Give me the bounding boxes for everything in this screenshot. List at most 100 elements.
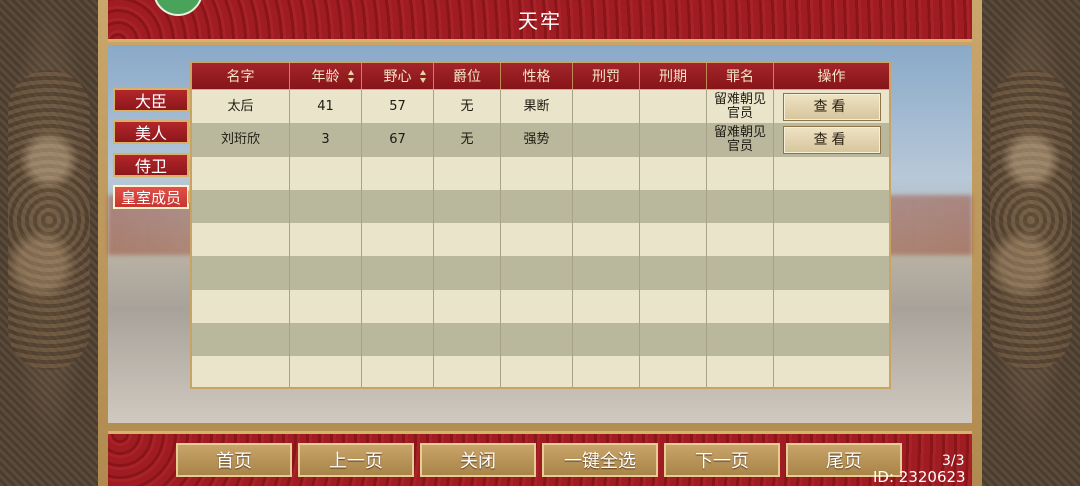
cell-age (290, 189, 362, 224)
cell-ambition: 67 (362, 123, 434, 157)
cell-punishment (573, 223, 640, 257)
cell-rank (434, 189, 501, 224)
cell-rank (434, 256, 501, 290)
col-name: 名字 (192, 63, 290, 89)
cell-rank: 无 (434, 123, 501, 157)
cell-rank (434, 289, 501, 324)
cell-action (774, 223, 889, 256)
col-rank: 爵位 (434, 63, 501, 89)
player-id: ID: 2320623 (873, 468, 966, 486)
col-term: 刑期 (640, 63, 707, 89)
page-indicator: 3/3 (942, 453, 965, 469)
tab-label: 皇室成员 (120, 188, 181, 207)
page-title: 天牢 (518, 9, 562, 33)
cell-crime (707, 289, 774, 324)
tab-beauties[interactable]: 美人 (113, 120, 196, 144)
cell-crime: 留难朝见官员 (707, 123, 774, 157)
cell-crime (707, 156, 774, 190)
table-row: 刘珩欣 3 67 无强势 留难朝见官员 查看 (192, 123, 889, 157)
cell-punishment (573, 356, 640, 387)
cell-rank (434, 223, 501, 257)
cell-action (774, 356, 889, 387)
cell-ambition (362, 289, 434, 324)
select-all-button[interactable]: 一键全选 (542, 443, 658, 477)
cell-term (640, 156, 707, 190)
cell-action: 查看 (774, 90, 889, 123)
next-page-button[interactable]: 下一页 (664, 443, 780, 477)
left-dragon-panel (0, 0, 98, 486)
cell-ambition (362, 156, 434, 190)
cell-ambition (362, 223, 434, 257)
cell-age: 3 (290, 123, 362, 157)
cell-ambition (362, 323, 434, 357)
cell-term (640, 90, 707, 124)
cell-name (192, 156, 290, 190)
cell-name (192, 356, 290, 387)
cell-name (192, 256, 290, 290)
right-dragon-panel (982, 0, 1080, 486)
dragon-ornament-icon (990, 70, 1072, 370)
cell-punishment (573, 289, 640, 324)
cell-crime (707, 189, 774, 224)
cell-ambition (362, 256, 434, 290)
cell-personality (501, 356, 573, 387)
table-row (192, 189, 889, 224)
table-row (192, 289, 889, 324)
col-action: 操作 (817, 69, 846, 85)
title-bar: 天牢 (108, 0, 972, 42)
cell-rank (434, 356, 501, 387)
table-row (192, 223, 889, 257)
cell-ambition (362, 356, 434, 387)
col-ambition[interactable]: 野心 (362, 63, 434, 89)
cell-term (640, 189, 707, 224)
prev-page-button[interactable]: 上一页 (298, 443, 414, 477)
cell-action (774, 323, 889, 356)
prisoner-table: 名字 年龄 野心 爵位 性格 刑罚 刑期 罪名 操作 太后 41 57 无果断 留难朝见… (190, 61, 891, 389)
view-button[interactable]: 查看 (782, 125, 881, 154)
col-punishment: 刑罚 (573, 63, 640, 89)
cell-personality (501, 223, 573, 257)
table-header: 名字 年龄 野心 爵位 性格 刑罚 刑期 罪名 操作 (192, 63, 889, 90)
cell-crime (707, 323, 774, 357)
tab-ministers[interactable]: 大臣 (113, 88, 196, 112)
tab-guards[interactable]: 侍卫 (113, 153, 196, 177)
tab-label: 美人 (134, 124, 167, 143)
tab-label: 侍卫 (134, 157, 167, 176)
cell-age (290, 156, 362, 190)
cell-rank: 无 (434, 90, 501, 124)
cell-crime (707, 356, 774, 387)
cell-ambition: 57 (362, 90, 434, 124)
cell-personality (501, 323, 573, 357)
tab-royal-family[interactable]: 皇室成员 (113, 185, 196, 209)
cell-action (774, 290, 889, 323)
cell-punishment (573, 323, 640, 357)
table-row (192, 256, 889, 290)
table-row: 太后 41 57 无果断 留难朝见官员 查看 (192, 90, 889, 124)
cell-term (640, 223, 707, 257)
cell-age (290, 223, 362, 257)
sort-icon (348, 70, 355, 83)
cell-rank (434, 323, 501, 357)
close-button[interactable]: 关闭 (420, 443, 536, 477)
cell-punishment (573, 123, 640, 157)
cell-age (290, 289, 362, 324)
view-button[interactable]: 查看 (782, 92, 881, 121)
first-page-button[interactable]: 首页 (176, 443, 292, 477)
corner-ornament-icon (875, 373, 889, 387)
cell-term (640, 356, 707, 387)
col-crime: 罪名 (707, 63, 774, 89)
cell-term (640, 123, 707, 157)
cell-punishment (573, 156, 640, 190)
cell-punishment (573, 189, 640, 224)
cell-age: 41 (290, 90, 362, 124)
cell-name (192, 323, 290, 357)
cell-punishment (573, 256, 640, 290)
col-age[interactable]: 年龄 (290, 63, 362, 89)
table-row (192, 156, 889, 190)
table-body: 太后 41 57 无果断 留难朝见官员 查看 刘珩欣 3 67 无强势 留难朝见官员 查看 (192, 90, 889, 387)
cell-action (774, 256, 889, 289)
cell-personality (501, 256, 573, 290)
cell-action: 查看 (774, 123, 889, 156)
tab-label: 大臣 (134, 92, 167, 111)
corner-ornament-icon (192, 373, 206, 387)
